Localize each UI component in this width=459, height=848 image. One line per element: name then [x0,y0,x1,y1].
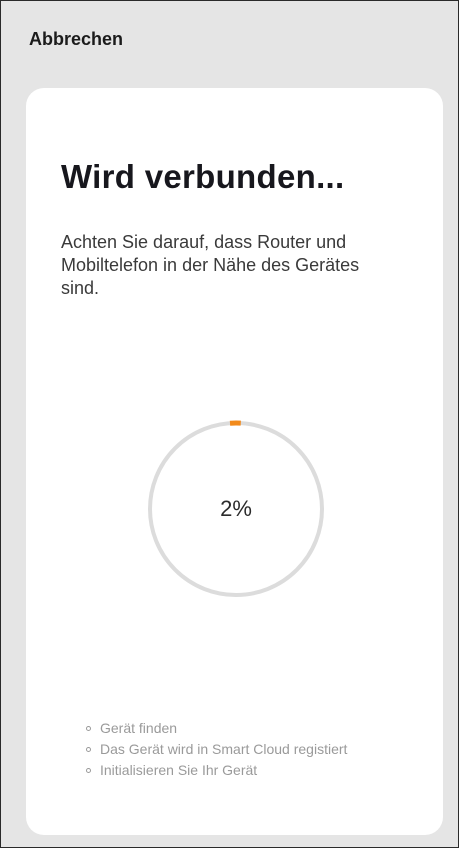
progress-percent-label: 2% [220,496,252,521]
step-circle-icon [86,767,91,773]
cancel-button[interactable]: Abbrechen [29,29,123,50]
step-item: Das Gerät wird in Smart Cloud registiert [86,739,347,759]
step-circle-icon [86,746,91,752]
step-label: Das Gerät wird in Smart Cloud registiert [100,741,348,757]
step-circle-icon [86,725,91,731]
connection-hint: Achten Sie darauf, dass Router und Mobil… [61,232,360,298]
step-item: Gerät finden [86,718,347,738]
progress-ring: 2% [147,420,325,598]
step-list: Gerät finden Das Gerät wird in Smart Clo… [86,718,347,781]
step-label: Initialisieren Sie Ihr Gerät [100,762,258,778]
page-title: Wird verbunden... [61,158,345,195]
connection-card: Wird verbunden... Achten Sie darauf, das… [26,88,443,835]
step-label: Gerät finden [100,720,178,736]
step-item: Initialisieren Sie Ihr Gerät [86,760,347,780]
top-bar: Abbrechen [1,1,458,79]
